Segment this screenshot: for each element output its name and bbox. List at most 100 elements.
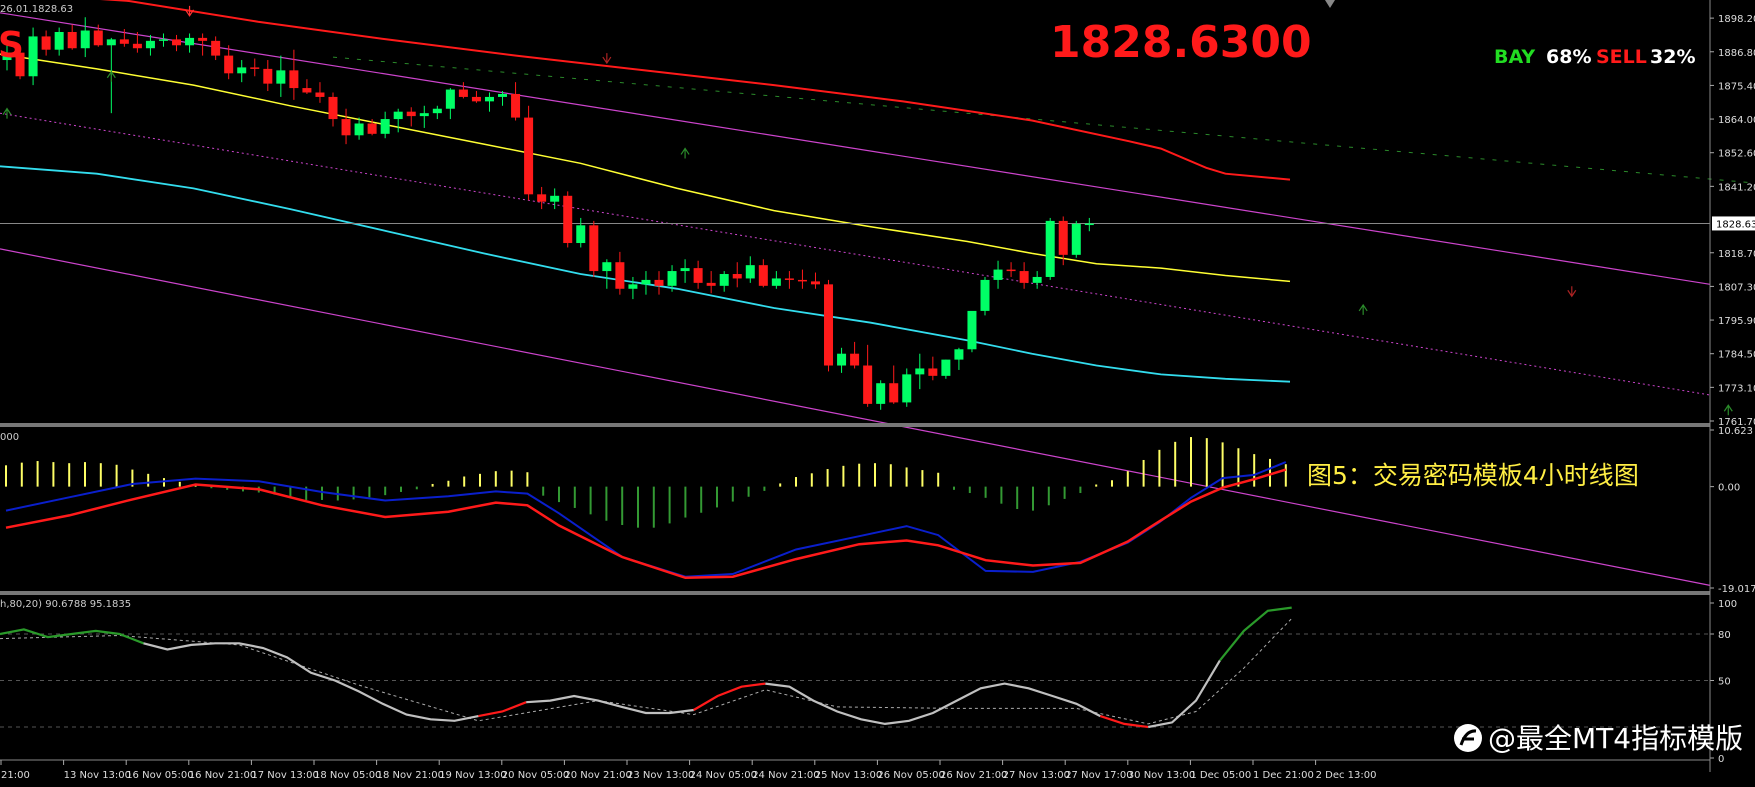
candle-body bbox=[1045, 220, 1055, 277]
candle-body bbox=[67, 31, 77, 49]
time-tick-label: 26 Nov 21:00 bbox=[940, 770, 1007, 781]
watermark: @最全MT4指标模版 bbox=[1454, 722, 1743, 755]
candle-body bbox=[276, 70, 286, 84]
candle-body bbox=[667, 271, 677, 286]
candle-body bbox=[576, 225, 586, 244]
time-tick-label: 18 Nov 05:00 bbox=[314, 770, 381, 781]
candle-body bbox=[1006, 269, 1016, 272]
price-tick-label: 1773.10 bbox=[1718, 383, 1755, 394]
candle-body bbox=[458, 89, 468, 97]
price-tick-label: 1818.70 bbox=[1718, 249, 1755, 260]
candle-body bbox=[445, 89, 455, 109]
candle-body bbox=[132, 43, 142, 49]
current-price-big: 1828.6300 bbox=[1050, 17, 1312, 68]
candle-body bbox=[628, 284, 638, 289]
time-tick-label: 1 Dec 05:00 bbox=[1190, 770, 1251, 781]
candle-body bbox=[680, 268, 690, 272]
candle-body bbox=[93, 30, 103, 46]
candle-body bbox=[145, 40, 155, 49]
candle-body bbox=[511, 93, 521, 118]
candle[interactable] bbox=[980, 276, 990, 316]
candle-body bbox=[172, 39, 182, 46]
macd-zero-label: 000 bbox=[0, 432, 19, 443]
time-tick-label: 1 Dec 21:00 bbox=[1253, 770, 1314, 781]
price-tick-label: 1898.20 bbox=[1718, 14, 1755, 25]
time-tick-label: 23 Nov 13:00 bbox=[627, 770, 694, 781]
time-tick-label: 25 Nov 13:00 bbox=[815, 770, 882, 781]
candle[interactable] bbox=[1071, 220, 1081, 258]
candle-body bbox=[341, 119, 351, 136]
chart-symbol-fragment: S bbox=[0, 25, 24, 66]
candle-body bbox=[198, 37, 208, 41]
price-tick-label: 1784.50 bbox=[1718, 350, 1755, 361]
time-tick-label: 20 Nov 05:00 bbox=[502, 770, 569, 781]
candle-body bbox=[263, 68, 273, 84]
candle-body bbox=[1071, 223, 1081, 255]
candle-body bbox=[745, 265, 755, 279]
time-tick-label: 18 Nov 21:00 bbox=[377, 770, 444, 781]
candle-body bbox=[367, 123, 377, 134]
price-tick-label: 1852.60 bbox=[1718, 149, 1755, 160]
time-tick-label: 26 Nov 05:00 bbox=[877, 770, 944, 781]
price-tick-label: 1795.90 bbox=[1718, 316, 1755, 327]
candle-body bbox=[432, 108, 442, 114]
candle-body bbox=[185, 37, 195, 46]
candle-body bbox=[784, 278, 794, 280]
bay-percent: 68% bbox=[1546, 46, 1591, 68]
candle-body bbox=[797, 279, 807, 282]
candle-body bbox=[850, 353, 860, 366]
candle-body bbox=[484, 96, 494, 102]
candle[interactable] bbox=[967, 310, 977, 353]
panel-separator[interactable] bbox=[0, 423, 1710, 427]
bay-label: BAY bbox=[1494, 46, 1535, 68]
candle-body bbox=[498, 93, 508, 97]
candle[interactable] bbox=[824, 279, 834, 372]
candle[interactable] bbox=[1045, 217, 1055, 280]
time-tick-label: 27 Nov 13:00 bbox=[1003, 770, 1070, 781]
panel-separator[interactable] bbox=[0, 591, 1710, 595]
chart-info-text: 26.01.1828.63 bbox=[0, 4, 73, 15]
trading-chart[interactable]: 10.6230.00-19.017 10080500 1898.201886.8… bbox=[0, 0, 1755, 787]
macd-tick-label: -19.017 bbox=[1718, 584, 1755, 595]
candle-body bbox=[419, 113, 429, 117]
candle-body bbox=[863, 365, 873, 404]
time-tick-label: 24 Nov 21:00 bbox=[752, 770, 819, 781]
candle-body bbox=[289, 70, 299, 89]
time-tick-label: 27 Nov 17:00 bbox=[1065, 770, 1132, 781]
price-tick-label: 1841.20 bbox=[1718, 182, 1755, 193]
price-tick-label: 1864.00 bbox=[1718, 115, 1755, 126]
time-tick-label: 2 Dec 13:00 bbox=[1316, 770, 1377, 781]
candle-body bbox=[119, 39, 129, 44]
candle-body bbox=[471, 96, 481, 102]
candle-body bbox=[250, 67, 260, 69]
candle-body bbox=[393, 111, 403, 120]
candle-body bbox=[237, 67, 247, 74]
figure-caption: 图5：交易密码模板4小时线图 bbox=[1307, 461, 1639, 490]
macd-tick-label: 0.00 bbox=[1718, 483, 1740, 494]
time-tick-label: 16 Nov 05:00 bbox=[126, 770, 193, 781]
watermark-text: @最全MT4指标模版 bbox=[1488, 722, 1743, 755]
candle-body bbox=[1084, 223, 1094, 226]
candle-body bbox=[824, 284, 834, 366]
candle[interactable] bbox=[524, 105, 534, 201]
candle-body bbox=[80, 30, 90, 49]
candle-body bbox=[719, 274, 729, 286]
candle-body bbox=[41, 36, 51, 50]
candle-body bbox=[602, 262, 612, 272]
candle-body bbox=[1058, 220, 1068, 255]
candle-body bbox=[328, 96, 338, 120]
candle[interactable] bbox=[589, 220, 599, 277]
candle-body bbox=[641, 279, 651, 285]
candle[interactable] bbox=[563, 191, 573, 248]
time-tick-label: 20 Nov 21:00 bbox=[564, 770, 631, 781]
candle-body bbox=[315, 92, 325, 97]
candle-body bbox=[380, 119, 390, 134]
candle-body bbox=[406, 111, 416, 117]
stochastic-tick-label: 0 bbox=[1718, 754, 1724, 765]
time-tick-label: 16 Nov 21:00 bbox=[189, 770, 256, 781]
candle-body bbox=[106, 39, 116, 46]
candle-body bbox=[158, 39, 168, 41]
candle-body bbox=[28, 36, 38, 77]
candle-body bbox=[211, 40, 221, 56]
price-tick-label: 1886.80 bbox=[1718, 48, 1755, 59]
